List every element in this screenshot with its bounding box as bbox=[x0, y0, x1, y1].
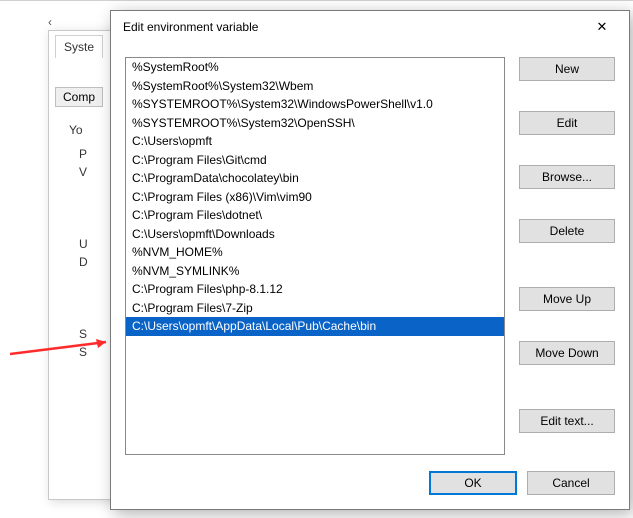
label-stub-u: U bbox=[79, 237, 88, 251]
button-column: New Edit Browse... Delete Move Up Move D… bbox=[519, 57, 615, 455]
path-entry-row[interactable]: %SystemRoot%\System32\Wbem bbox=[126, 77, 504, 96]
path-entry-row[interactable]: C:\Program Files\php-8.1.12 bbox=[126, 280, 504, 299]
path-entry-row[interactable]: %SYSTEMROOT%\System32\WindowsPowerShell\… bbox=[126, 95, 504, 114]
path-entry-row[interactable]: C:\Program Files\Git\cmd bbox=[126, 151, 504, 170]
path-entry-row[interactable]: %NVM_HOME% bbox=[126, 243, 504, 262]
label-stub-s1: S bbox=[79, 327, 87, 341]
edit-button[interactable]: Edit bbox=[519, 111, 615, 135]
dialog-footer: OK Cancel bbox=[111, 463, 629, 509]
edit-text-button[interactable]: Edit text... bbox=[519, 409, 615, 433]
edit-environment-variable-dialog: Edit environment variable ✕ %SystemRoot%… bbox=[110, 10, 630, 510]
dialog-title: Edit environment variable bbox=[123, 20, 258, 34]
close-icon[interactable]: ✕ bbox=[585, 15, 619, 39]
cancel-button[interactable]: Cancel bbox=[527, 471, 615, 495]
label-stub-s2: S bbox=[79, 345, 87, 359]
path-entry-row[interactable]: C:\Users\opmft bbox=[126, 132, 504, 151]
browse-button[interactable]: Browse... bbox=[519, 165, 615, 189]
label-stub-p: P bbox=[79, 147, 87, 161]
back-toolbar-stub: ‹ bbox=[48, 15, 52, 29]
path-entry-row[interactable]: C:\Program Files\7-Zip bbox=[126, 299, 504, 318]
move-up-button[interactable]: Move Up bbox=[519, 287, 615, 311]
path-entries-listbox[interactable]: %SystemRoot%%SystemRoot%\System32\Wbem%S… bbox=[125, 57, 505, 455]
path-entry-row[interactable]: %NVM_SYMLINK% bbox=[126, 262, 504, 281]
label-stub-v: V bbox=[79, 165, 87, 179]
path-entry-row[interactable]: C:\Program Files\dotnet\ bbox=[126, 206, 504, 225]
path-entry-row[interactable]: C:\Users\opmft\AppData\Local\Pub\Cache\b… bbox=[126, 317, 504, 336]
computer-name-button[interactable]: Comp bbox=[55, 87, 103, 107]
move-down-button[interactable]: Move Down bbox=[519, 341, 615, 365]
system-tab[interactable]: Syste bbox=[55, 35, 103, 58]
new-button[interactable]: New bbox=[519, 57, 615, 81]
ok-button[interactable]: OK bbox=[429, 471, 517, 495]
path-entry-row[interactable]: C:\Users\opmft\Downloads bbox=[126, 225, 504, 244]
path-entry-row[interactable]: %SYSTEMROOT%\System32\OpenSSH\ bbox=[126, 114, 504, 133]
label-stub-yo: Yo bbox=[69, 123, 83, 137]
titlebar: Edit environment variable ✕ bbox=[111, 11, 629, 43]
path-entry-row[interactable]: %SystemRoot% bbox=[126, 58, 504, 77]
label-stub-d: D bbox=[79, 255, 88, 269]
path-entry-row[interactable]: C:\Program Files (x86)\Vim\vim90 bbox=[126, 188, 504, 207]
path-entry-row[interactable]: C:\ProgramData\chocolatey\bin bbox=[126, 169, 504, 188]
delete-button[interactable]: Delete bbox=[519, 219, 615, 243]
